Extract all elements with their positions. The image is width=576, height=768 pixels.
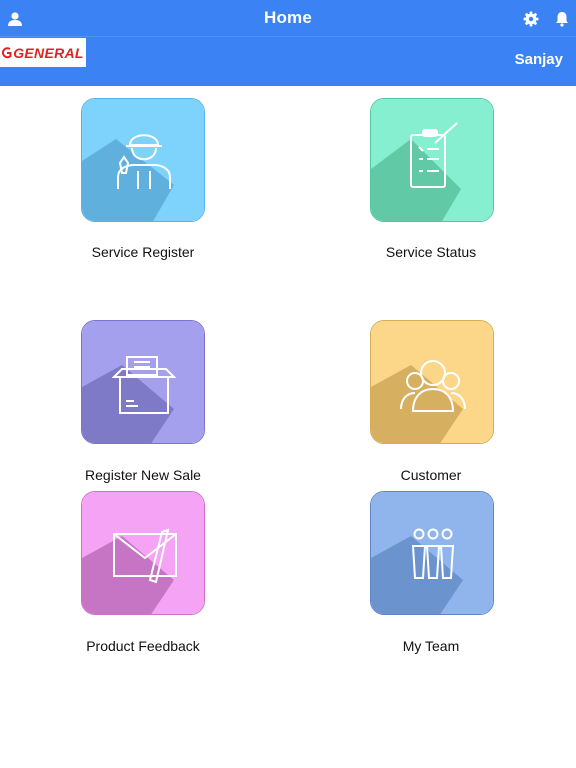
bell-icon[interactable] xyxy=(553,10,571,28)
app-header: Home GENERAL Sanjay xyxy=(0,0,576,86)
gear-icon[interactable] xyxy=(522,10,540,28)
service-status-label[interactable]: Service Status xyxy=(321,244,541,260)
customer-label[interactable]: Customer xyxy=(321,467,541,483)
top-bar: Home xyxy=(0,0,576,37)
my-team-label[interactable]: My Team xyxy=(321,638,541,654)
customer-tile[interactable] xyxy=(370,320,494,444)
service-register-label[interactable]: Service Register xyxy=(33,244,253,260)
general-logo: GENERAL xyxy=(0,38,86,67)
register-new-sale-tile[interactable] xyxy=(81,320,205,444)
service-status-tile[interactable] xyxy=(370,98,494,222)
register-new-sale-label[interactable]: Register New Sale xyxy=(33,467,253,483)
logo-text: GENERAL xyxy=(13,44,84,61)
product-feedback-tile[interactable] xyxy=(81,491,205,615)
page-title: Home xyxy=(263,8,313,27)
service-register-tile[interactable] xyxy=(81,98,205,222)
my-team-tile[interactable] xyxy=(370,491,494,615)
username: Sanjay xyxy=(514,51,563,68)
product-feedback-label[interactable]: Product Feedback xyxy=(33,638,253,654)
